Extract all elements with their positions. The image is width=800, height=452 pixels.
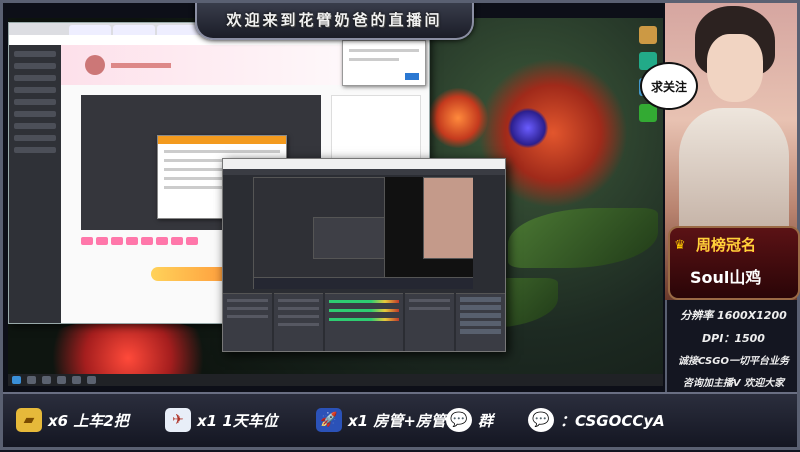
promo-item: ✈ x1 1天车位: [165, 408, 278, 432]
promo-label: x1 房管+房管: [348, 411, 446, 430]
sources-dock: [273, 293, 323, 351]
business-text: 诚接CSGO一切平台业务: [678, 356, 789, 368]
exit-button[interactable]: [460, 329, 501, 334]
taskbar-app[interactable]: [57, 376, 66, 384]
audio-mixer-dock: [324, 293, 404, 351]
controls-dock: [456, 293, 505, 351]
bottom-promo-bar: ▰ x6 上车2把 ✈ x1 1天车位 🚀 x1 房管+房管 💬 群 💬 ：CS…: [0, 392, 800, 452]
studio-mode-button[interactable]: [460, 313, 501, 318]
ticket-icon: ▰: [16, 408, 42, 432]
taskbar-app[interactable]: [72, 376, 81, 384]
obs-title-bar: [223, 159, 505, 169]
follow-label: 求关注: [650, 79, 687, 94]
obs-menu-bar: [223, 169, 505, 175]
taskbar-app[interactable]: [42, 376, 51, 384]
badge-name: Soul山鸡: [690, 268, 762, 287]
plane-icon: ✈: [165, 408, 191, 432]
app-icon[interactable]: [639, 26, 657, 44]
desktop-capture: [8, 18, 663, 386]
promo-label: x6 上车2把: [48, 411, 129, 430]
obs-window: [222, 158, 506, 352]
promo-label: ：CSGOCCyA: [560, 411, 665, 430]
rocket-icon: 🚀: [316, 408, 342, 432]
wechat-icon: 💬: [528, 408, 554, 432]
promo-item: 💬 ：CSGOCCyA: [528, 408, 665, 432]
welcome-banner: 欢迎来到花臂奶爸的直播间: [195, 0, 474, 40]
promo-banner[interactable]: [151, 267, 231, 281]
transitions-dock: [405, 293, 455, 351]
browser-sidebar: [9, 45, 61, 323]
crown-icon: ♛: [674, 238, 686, 253]
dialog-confirm-button[interactable]: [405, 73, 419, 80]
windows-taskbar: [8, 374, 663, 386]
taskbar-app[interactable]: [27, 376, 36, 384]
resolution-text: 分辨率 1600X1200: [680, 309, 787, 323]
gift-bar: [81, 237, 198, 245]
start-button[interactable]: [12, 376, 21, 384]
contact-text: 咨询加主播V 欢迎大家: [682, 377, 785, 389]
badge-title: 周榜冠名: [696, 236, 757, 254]
promo-item: ▰ x6 上车2把: [16, 408, 129, 432]
scenes-dock: [223, 293, 272, 351]
wechat-icon: 💬: [446, 408, 472, 432]
weekly-rank-badge: ♛ 周榜冠名 Soul山鸡: [668, 226, 800, 300]
follow-bubble: 求关注: [640, 62, 698, 110]
avatar[interactable]: [85, 55, 105, 75]
promo-label: x1 1天车位: [197, 411, 278, 430]
browser-tab[interactable]: [69, 25, 111, 35]
stream-info-panel: 分辨率 1600X1200 DPI：1500 诚接CSGO一切平台业务 咨询加主…: [665, 300, 800, 396]
obs-preview: [253, 177, 473, 289]
settings-button[interactable]: [460, 321, 501, 326]
start-streaming-button[interactable]: [460, 297, 501, 302]
start-recording-button[interactable]: [460, 305, 501, 310]
banner-title: 欢迎来到花臂奶爸的直播间: [226, 10, 443, 29]
promo-label: 群: [478, 411, 494, 430]
promo-item: 💬 群: [446, 408, 493, 432]
obs-docks: [223, 293, 505, 351]
browser-tab[interactable]: [113, 25, 155, 35]
dpi-text: DPI：1500: [702, 331, 765, 345]
browser-tab[interactable]: [157, 25, 199, 35]
notification-dialog: [342, 40, 426, 86]
promo-item: 🚀 x1 房管+房管: [316, 408, 446, 432]
taskbar-app[interactable]: [87, 376, 96, 384]
